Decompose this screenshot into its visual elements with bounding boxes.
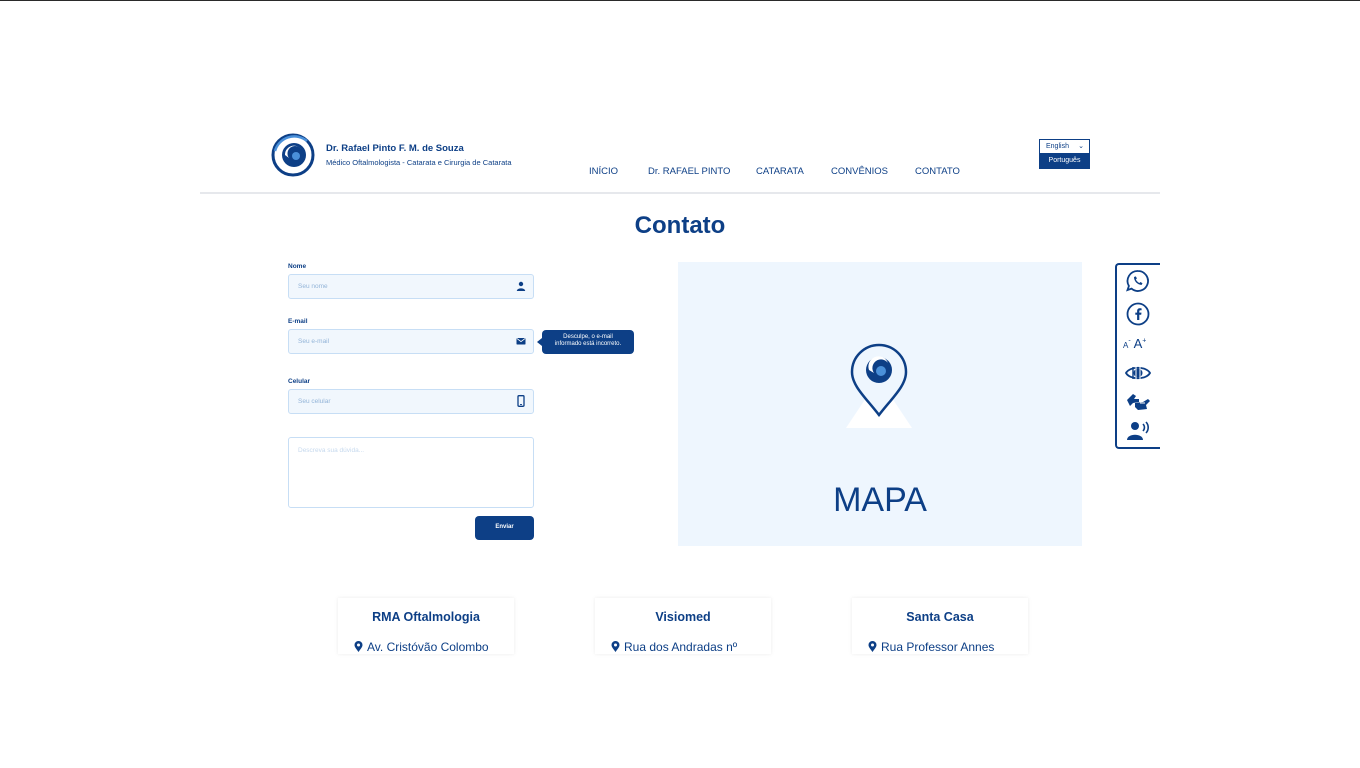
- location-card-santa-casa[interactable]: Santa Casa Rua Professor Annes: [852, 598, 1028, 654]
- email-input[interactable]: Seu e-mail: [288, 329, 534, 354]
- location-address-text: Rua Professor Annes: [881, 640, 995, 654]
- language-selected: English: [1046, 143, 1069, 150]
- email-error-line2: informado está incorreto.: [554, 341, 622, 347]
- language-option-portugues[interactable]: Português: [1039, 154, 1090, 169]
- phone-label: Celular: [288, 378, 311, 385]
- font-size-control[interactable]: A- A+: [1123, 336, 1146, 351]
- location-card-visiomed[interactable]: Visiomed Rua dos Andradas nº: [595, 598, 771, 654]
- location-name: Visiomed: [655, 610, 711, 624]
- increase-font-icon[interactable]: A: [1134, 336, 1143, 351]
- location-address: Rua dos Andradas nº: [611, 640, 737, 654]
- nav-dr-rafael-pinto[interactable]: Dr. RAFAEL PINTO: [648, 166, 730, 177]
- map-label: MAPA: [833, 481, 927, 519]
- message-textarea[interactable]: Descreva sua dúvida...: [288, 437, 534, 508]
- location-card-rma[interactable]: RMA Oftalmologia Av. Cristóvão Colombo: [338, 598, 514, 654]
- envelope-icon: [516, 338, 526, 345]
- name-input[interactable]: Seu nome: [288, 274, 534, 299]
- location-pin-icon: [611, 641, 620, 652]
- send-button[interactable]: Enviar: [475, 516, 534, 540]
- brand-name: Dr. Rafael Pinto F. M. de Souza: [326, 143, 464, 154]
- nav-convenios[interactable]: CONVÊNIOS: [831, 166, 888, 177]
- facebook-icon[interactable]: [1124, 302, 1152, 326]
- whatsapp-icon[interactable]: [1124, 269, 1152, 293]
- sign-language-icon[interactable]: [1124, 390, 1152, 414]
- chevron-down-icon: ⌄: [1078, 143, 1084, 150]
- nav-inicio[interactable]: INÍCIO: [589, 166, 618, 177]
- page-title: Contato: [634, 212, 726, 239]
- header-divider: [200, 192, 1160, 194]
- email-error-line1: Desculpe, o e-mail: [563, 334, 613, 340]
- location-name: RMA Oftalmologia: [372, 610, 480, 624]
- user-icon: [516, 281, 526, 291]
- message-placeholder: Descreva sua dúvida...: [298, 447, 365, 454]
- increase-font-sign: +: [1142, 337, 1147, 345]
- location-address-text: Rua dos Andradas nº: [624, 640, 738, 654]
- phone-placeholder: Seu celular: [298, 398, 331, 405]
- location-address: Av. Cristóvão Colombo: [354, 640, 489, 654]
- email-error-tooltip: Desculpe, o e-mail informado está incorr…: [537, 330, 634, 354]
- location-address-text: Av. Cristóvão Colombo: [367, 640, 489, 654]
- email-label: E-mail: [288, 318, 308, 325]
- map-pin-icon: [846, 343, 912, 428]
- name-placeholder: Seu nome: [298, 283, 328, 290]
- nav-contato[interactable]: CONTATO: [915, 166, 960, 177]
- location-address: Rua Professor Annes: [868, 640, 994, 654]
- screen-reader-icon[interactable]: [1124, 419, 1152, 443]
- nav-catarata[interactable]: CATARATA: [756, 166, 804, 177]
- decrease-font-sign: -: [1128, 337, 1131, 345]
- smartphone-icon: [517, 395, 525, 407]
- top-border-line: [0, 0, 1360, 1]
- logo-icon[interactable]: [267, 133, 319, 177]
- location-name: Santa Casa: [906, 610, 974, 624]
- location-pin-icon: [354, 641, 363, 652]
- name-label: Nome: [288, 263, 307, 270]
- language-select[interactable]: English ⌄: [1039, 139, 1090, 154]
- low-vision-icon[interactable]: [1124, 361, 1152, 385]
- location-pin-icon: [868, 641, 877, 652]
- brand-subtitle: Médico Oftalmologista - Catarata e Cirur…: [326, 158, 512, 167]
- phone-input[interactable]: Seu celular: [288, 389, 534, 414]
- email-placeholder: Seu e-mail: [298, 338, 330, 345]
